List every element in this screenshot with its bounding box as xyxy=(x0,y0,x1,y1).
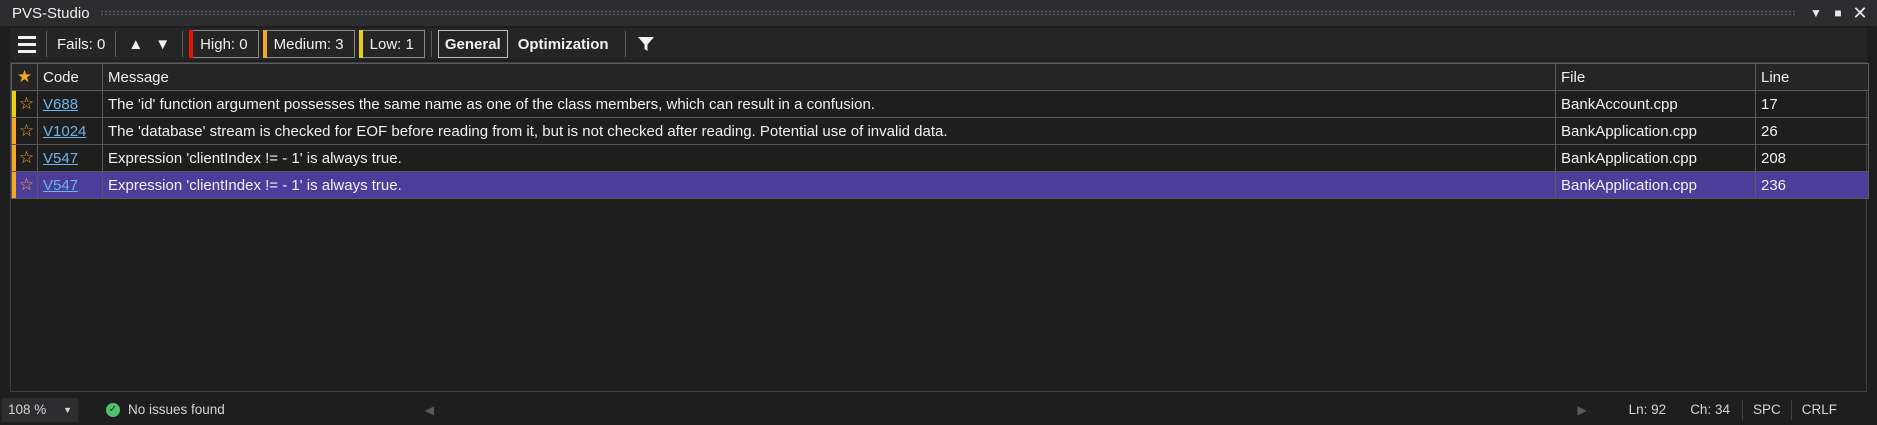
line-cell: 208 xyxy=(1755,144,1869,172)
code-cell: V1024 xyxy=(37,117,103,145)
maximize-icon[interactable]: ■ xyxy=(1827,2,1849,24)
code-cell: V547 xyxy=(37,171,103,199)
code-link[interactable]: V547 xyxy=(43,177,78,194)
column-number[interactable]: Ch: 34 xyxy=(1678,402,1742,417)
column-header-message[interactable]: Message xyxy=(102,63,1556,91)
filter-icon[interactable] xyxy=(636,34,656,54)
star-outline-icon[interactable]: ☆ xyxy=(19,148,34,167)
next-message-icon[interactable]: ▼ xyxy=(149,36,176,53)
favorite-cell[interactable]: ☆ xyxy=(11,117,38,145)
table-row[interactable]: ☆ V688 The 'id' function argument posses… xyxy=(11,90,1869,118)
file-cell: BankApplication.cpp xyxy=(1555,117,1756,145)
message-cell: The 'database' stream is checked for EOF… xyxy=(102,117,1556,145)
medium-level-indicator xyxy=(12,118,16,144)
toolbar-separator xyxy=(115,31,117,57)
code-link[interactable]: V547 xyxy=(43,150,78,167)
medium-filter-label: Medium: 3 xyxy=(273,35,344,53)
high-level-indicator xyxy=(189,30,194,58)
check-circle-icon: ✓ xyxy=(106,402,120,417)
medium-level-indicator xyxy=(12,172,16,198)
whitespace-mode[interactable]: SPC xyxy=(1741,399,1791,420)
toolbar-separator xyxy=(624,31,626,57)
favorite-column-header[interactable]: ★ xyxy=(11,63,38,91)
scroll-right-icon[interactable]: ▶ xyxy=(1577,403,1586,417)
medium-level-indicator xyxy=(262,30,267,58)
toolbar-separator xyxy=(430,31,432,57)
line-ending[interactable]: CRLF xyxy=(1790,399,1877,420)
favorite-cell[interactable]: ☆ xyxy=(11,144,38,172)
file-cell: BankApplication.cpp xyxy=(1555,144,1756,172)
issues-status: No issues found xyxy=(128,402,225,417)
favorite-cell[interactable]: ☆ xyxy=(11,90,38,118)
column-header-file[interactable]: File xyxy=(1555,63,1756,91)
zoom-dropdown[interactable]: 108 % ▼ xyxy=(2,397,78,422)
window-title: PVS-Studio xyxy=(12,4,90,22)
titlebar-grip[interactable] xyxy=(99,10,1795,16)
messages-table: ★ Code Message File Line ☆ V688 The 'id'… xyxy=(11,63,1869,199)
line-number[interactable]: Ln: 92 xyxy=(1617,402,1679,417)
file-cell: BankAccount.cpp xyxy=(1555,90,1756,118)
high-filter-button[interactable]: High: 0 xyxy=(189,30,259,58)
toolbar-separator xyxy=(46,31,47,57)
code-cell: V547 xyxy=(37,144,103,172)
star-outline-icon[interactable]: ☆ xyxy=(19,94,34,113)
tab-general[interactable]: General xyxy=(437,30,508,58)
medium-filter-button[interactable]: Medium: 3 xyxy=(262,30,355,58)
column-header-line[interactable]: Line xyxy=(1755,63,1869,91)
table-header-row: ★ Code Message File Line xyxy=(11,63,1869,91)
star-outline-icon[interactable]: ☆ xyxy=(19,121,34,140)
favorite-cell[interactable]: ☆ xyxy=(11,171,38,199)
line-cell: 17 xyxy=(1755,90,1869,118)
low-filter-label: Low: 1 xyxy=(369,35,414,53)
high-filter-label: High: 0 xyxy=(200,35,248,53)
code-link[interactable]: V1024 xyxy=(43,123,86,140)
toolbar-separator xyxy=(182,31,184,57)
horizontal-scrollbar[interactable] xyxy=(442,406,1569,414)
zoom-level: 108 % xyxy=(8,402,47,417)
line-cell: 26 xyxy=(1755,117,1869,145)
line-cell: 236 xyxy=(1755,171,1869,199)
star-filled-icon: ★ xyxy=(16,67,33,86)
fails-counter[interactable]: Fails: 0 xyxy=(53,36,109,53)
close-icon[interactable]: ✕ xyxy=(1849,2,1871,24)
column-header-code[interactable]: Code xyxy=(37,63,103,91)
star-outline-icon[interactable]: ☆ xyxy=(19,175,34,194)
message-cell: Expression 'clientIndex != - 1' is alway… xyxy=(102,144,1556,172)
medium-level-indicator xyxy=(12,145,16,171)
tab-optimization[interactable]: Optimization xyxy=(512,30,615,58)
message-cell: The 'id' function argument possesses the… xyxy=(102,90,1556,118)
table-row-selected[interactable]: ☆ V547 Expression 'clientIndex != - 1' i… xyxy=(11,171,1869,199)
tool-window-titlebar: PVS-Studio ▼ ■ ✕ xyxy=(0,0,1877,26)
scroll-left-icon[interactable]: ◀ xyxy=(425,403,434,417)
table-row[interactable]: ☆ V1024 The 'database' stream is checked… xyxy=(11,117,1869,145)
file-cell: BankApplication.cpp xyxy=(1555,171,1756,199)
dropdown-icon[interactable]: ▼ xyxy=(1805,2,1827,24)
issues-indicator[interactable]: ✓ No issues found xyxy=(106,402,225,417)
pvs-toolbar: Fails: 0 ▲ ▼ High: 0 Medium: 3 Low: 1 Ge… xyxy=(10,28,1867,60)
chevron-down-icon: ▼ xyxy=(63,404,72,415)
low-level-indicator xyxy=(358,30,363,58)
low-filter-button[interactable]: Low: 1 xyxy=(358,30,425,58)
message-cell: Expression 'clientIndex != - 1' is alway… xyxy=(102,171,1556,199)
code-link[interactable]: V688 xyxy=(43,96,78,113)
messages-table-container: ★ Code Message File Line ☆ V688 The 'id'… xyxy=(10,62,1869,392)
editor-statusbar: 108 % ▼ ✓ No issues found ◀ ▶ Ln: 92 Ch:… xyxy=(0,394,1877,425)
table-row[interactable]: ☆ V547 Expression 'clientIndex != - 1' i… xyxy=(11,144,1869,172)
low-level-indicator xyxy=(12,91,16,117)
code-cell: V688 xyxy=(37,90,103,118)
menu-icon[interactable] xyxy=(14,31,40,57)
previous-message-icon[interactable]: ▲ xyxy=(122,36,149,53)
